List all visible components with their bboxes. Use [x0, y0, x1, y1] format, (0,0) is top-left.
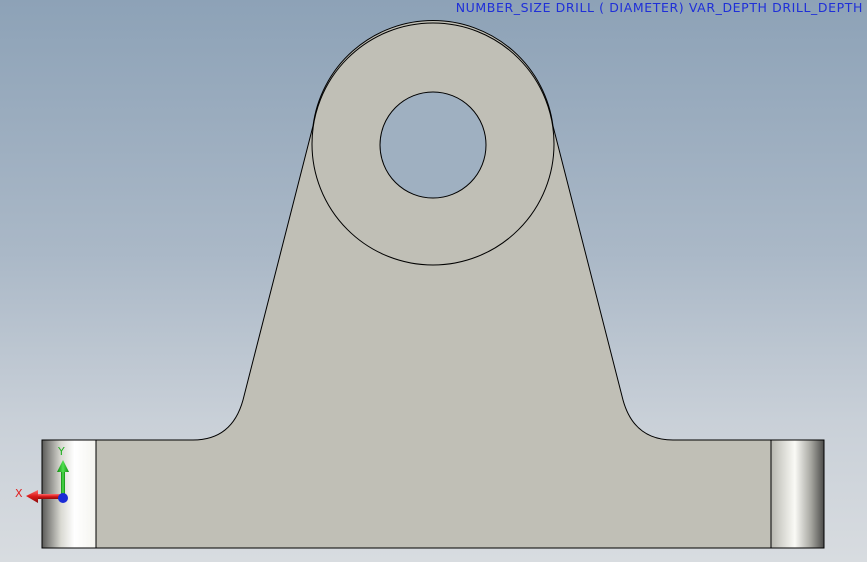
cad-viewport[interactable]: Y X NUMBER_SIZE DRILL ( DIAMETER) VAR_DE… [0, 0, 867, 562]
x-axis-arrowhead-icon [26, 490, 38, 503]
right-drill-hole[interactable] [770, 439, 825, 549]
y-axis-label: Y [57, 445, 65, 458]
z-axis-dot [58, 493, 68, 503]
x-axis-label: X [15, 487, 23, 500]
drill-callout-text: NUMBER_SIZE DRILL ( DIAMETER) VAR_DEPTH … [455, 0, 863, 15]
part-drawing[interactable]: Y X [0, 0, 867, 562]
through-hole[interactable] [379, 91, 487, 199]
